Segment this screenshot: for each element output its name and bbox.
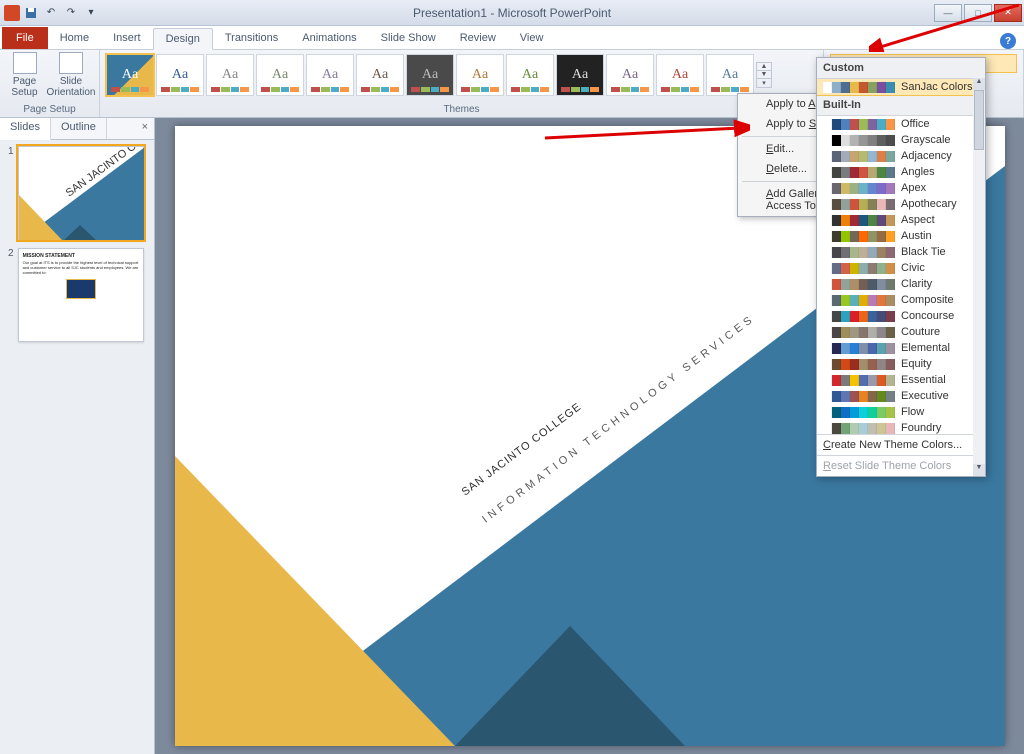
qat-save-icon[interactable] (22, 4, 40, 22)
color-scheme-civic[interactable]: Civic (817, 260, 985, 276)
themes-gallery[interactable]: AaAaAaAaAaAaAaAaAaAaAaAaAa▲▼▾ (106, 52, 817, 96)
color-scheme-elemental[interactable]: Elemental (817, 340, 985, 356)
color-scheme-equity[interactable]: Equity (817, 356, 985, 372)
group-themes-label: Themes (106, 103, 817, 116)
gallery-header-builtin: Built-In (817, 95, 985, 116)
file-tab[interactable]: File (2, 27, 48, 49)
slide-thumb-2[interactable]: MISSION STATEMENT Our goal at ITS is to … (18, 248, 144, 342)
color-scheme-foundry[interactable]: Foundry (817, 420, 985, 434)
tab-home[interactable]: Home (48, 27, 101, 49)
tab-design[interactable]: Design (153, 28, 213, 50)
theme-tile-2[interactable]: Aa (206, 54, 254, 96)
tab-transitions[interactable]: Transitions (213, 27, 290, 49)
qat-redo-icon[interactable]: ↷ (62, 4, 80, 22)
gallery-scrollbar[interactable]: ▲ ▼ (973, 78, 985, 476)
tab-animations[interactable]: Animations (290, 27, 368, 49)
color-scheme-office[interactable]: Office (817, 116, 985, 132)
theme-tile-3[interactable]: Aa (256, 54, 304, 96)
theme-tile-0[interactable]: Aa (106, 54, 154, 96)
theme-tile-12[interactable]: Aa (706, 54, 754, 96)
minimize-button[interactable]: — (934, 4, 962, 22)
close-button[interactable]: ✕ (994, 4, 1022, 22)
scroll-down-icon[interactable]: ▼ (973, 464, 985, 476)
page-setup-button[interactable]: Page Setup (6, 52, 43, 98)
tab-view[interactable]: View (508, 27, 556, 49)
slide-orientation-button[interactable]: Slide Orientation (49, 52, 93, 98)
theme-tile-11[interactable]: Aa (656, 54, 704, 96)
color-scheme-sanjac-colors[interactable]: SanJac Colors (817, 79, 985, 95)
color-scheme-black-tie[interactable]: Black Tie (817, 244, 985, 260)
tab-review[interactable]: Review (448, 27, 508, 49)
colors-gallery: Custom SanJac ColorsBuilt-InOfficeGraysc… (816, 57, 986, 477)
color-scheme-concourse[interactable]: Concourse (817, 308, 985, 324)
tab-slideshow[interactable]: Slide Show (369, 27, 448, 49)
themes-scroll-up[interactable]: ▲ (757, 63, 771, 71)
reset-theme-colors: Reset Slide Theme Colors (817, 455, 985, 476)
pane-tab-slides[interactable]: Slides (0, 118, 51, 140)
thumb-number: 1 (8, 146, 14, 240)
color-scheme-clarity[interactable]: Clarity (817, 276, 985, 292)
theme-tile-1[interactable]: Aa (156, 54, 204, 96)
color-scheme-aspect[interactable]: Aspect (817, 212, 985, 228)
color-scheme-grayscale[interactable]: Grayscale (817, 132, 985, 148)
pane-close-icon[interactable]: × (136, 118, 154, 139)
tab-insert[interactable]: Insert (101, 27, 153, 49)
qat-dropdown-icon[interactable]: ▾ (82, 4, 100, 22)
window-title: Presentation1 - Microsoft PowerPoint (0, 6, 1024, 20)
theme-tile-8[interactable]: Aa (506, 54, 554, 96)
help-icon[interactable]: ? (1000, 33, 1016, 49)
theme-tile-10[interactable]: Aa (606, 54, 654, 96)
group-page-setup-label: Page Setup (6, 103, 93, 116)
gallery-header-custom: Custom (817, 58, 985, 79)
theme-tile-6[interactable]: Aa (406, 54, 454, 96)
slide-thumb-1[interactable]: SAN JACINTO COLLEGE (18, 146, 144, 240)
color-scheme-angles[interactable]: Angles (817, 164, 985, 180)
color-scheme-apothecary[interactable]: Apothecary (817, 196, 985, 212)
pane-tab-outline[interactable]: Outline (51, 118, 107, 139)
thumb-number: 2 (8, 248, 14, 342)
theme-tile-9[interactable]: Aa (556, 54, 604, 96)
scroll-up-icon[interactable]: ▲ (973, 78, 985, 90)
maximize-button[interactable]: □ (964, 4, 992, 22)
theme-tile-7[interactable]: Aa (456, 54, 504, 96)
create-new-theme-colors[interactable]: Create New Theme Colors... (817, 434, 985, 455)
app-icon (4, 5, 20, 21)
color-scheme-essential[interactable]: Essential (817, 372, 985, 388)
qat-undo-icon[interactable]: ↶ (42, 4, 60, 22)
themes-expand[interactable]: ▾ (757, 79, 771, 87)
color-scheme-austin[interactable]: Austin (817, 228, 985, 244)
color-scheme-adjacency[interactable]: Adjacency (817, 148, 985, 164)
color-scheme-apex[interactable]: Apex (817, 180, 985, 196)
theme-tile-4[interactable]: Aa (306, 54, 354, 96)
color-scheme-couture[interactable]: Couture (817, 324, 985, 340)
color-scheme-flow[interactable]: Flow (817, 404, 985, 420)
color-scheme-composite[interactable]: Composite (817, 292, 985, 308)
theme-tile-5[interactable]: Aa (356, 54, 404, 96)
themes-scroll-down[interactable]: ▼ (757, 71, 771, 79)
color-scheme-executive[interactable]: Executive (817, 388, 985, 404)
